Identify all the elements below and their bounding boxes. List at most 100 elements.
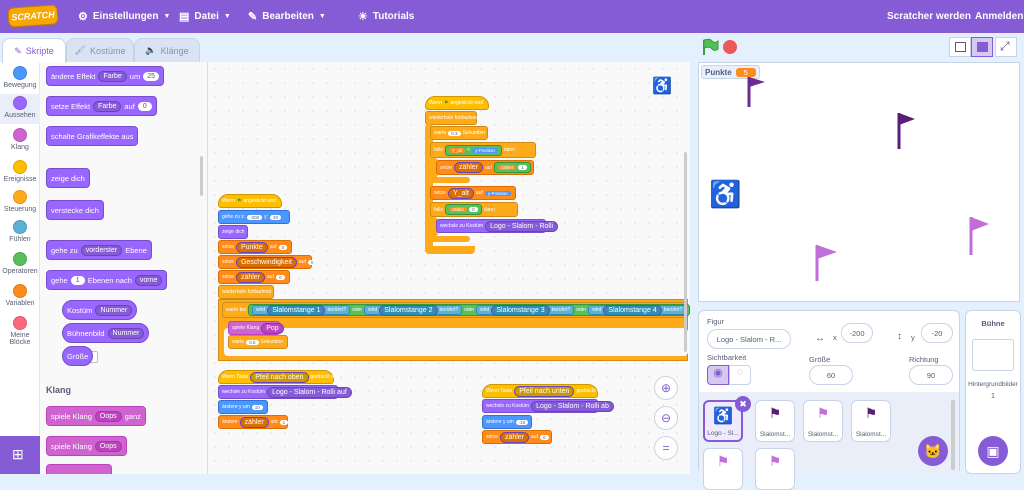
direction-input[interactable]: 90 [909,365,953,385]
zoom-in-button[interactable]: ⊕ [654,376,678,400]
settings-menu[interactable]: ⚙ Einstellungen ▼ [78,0,170,33]
if-block[interactable]: falls Y_alt < y-Position dann [430,142,536,158]
key-dropdown[interactable]: Pfeil nach unten [514,385,575,397]
change-y-block-3[interactable]: ändere y um -10 [482,415,532,429]
costume-reporter[interactable]: Kostüm Nummer [62,300,138,320]
y-position-reporter[interactable]: y-Position [484,190,511,196]
slalom-flag-4-icon[interactable] [811,241,837,281]
category-sensing[interactable]: Fühlen [0,220,40,243]
seconds-input[interactable]: 0.5 [246,339,259,345]
seconds-input[interactable]: 0.3 [448,130,461,136]
play-sound-block[interactable]: spiele Klang Pop [228,321,284,335]
switch-costume-block-2[interactable]: wechsle zu Kostüm Logo - Slalom - Rolli [436,219,559,233]
plus-operator[interactable]: zähler 1 [493,162,531,173]
sound-block-partial[interactable] [46,464,112,474]
backdrop-reporter[interactable]: Bühnenbild Nummer [62,323,150,343]
variable-dropdown[interactable]: zähler [453,162,484,173]
value-input[interactable]: 1 [279,419,289,425]
y-input[interactable]: -20 [921,323,953,343]
touching-block-3[interactable]: wird Slalomstange 3 berührt? [476,304,575,316]
add-sprite-button[interactable]: 🐱 [918,436,948,466]
slalom-flag-1-icon[interactable] [743,73,765,107]
variable-dropdown[interactable]: zähler [239,416,269,428]
variable-dropdown[interactable]: zähler [499,431,530,443]
show-block[interactable]: zeige dich [46,168,90,188]
wheelchair-sprite-icon[interactable]: ♿ [709,179,741,210]
sound-dropdown[interactable]: Oops [94,440,122,452]
sprite-list-scrollbar[interactable] [951,400,955,470]
value-input[interactable]: 1 [518,165,527,170]
tab-code[interactable]: ✎ Skripte [2,38,66,63]
switch-costume-block[interactable]: wechsle zu Kostüm Logo - Slalom - Rolli a… [218,385,352,399]
variable-reporter[interactable]: zähler [497,165,517,170]
change-y-block[interactable]: ändere y um 10 [218,400,268,414]
set-counter-block-3[interactable]: setze zähler auf 0 [482,430,552,444]
number-input[interactable]: 1 [70,275,85,285]
category-variables[interactable]: Variablen [0,284,40,307]
y-input[interactable]: 20 [269,214,281,220]
green-flag-button[interactable] [700,38,720,56]
or-operator[interactable]: wird Slalomstange 1 berührt? oder wird Slal… [248,304,690,316]
signin-link[interactable]: Anmelden [975,0,1023,33]
set-counter-block-2[interactable]: setze zähler auf zähler 1 [436,160,534,175]
script-area[interactable]: ♿ Wenn ⚑ angeklickt wird gehe zu x: -200 y: 2… [208,62,690,474]
zoom-reset-button[interactable]: = [654,436,678,460]
value-input[interactable]: 0 [275,274,285,280]
show-block[interactable]: zeige dich [218,225,248,239]
sprite-dropdown[interactable]: Slalomstange 1 [267,304,326,316]
sprite-thumb[interactable]: ⚑ Slalomst... [851,400,891,442]
edit-menu[interactable]: ✎ Bearbeiten ▼ [248,0,326,33]
tab-sounds[interactable]: 🔈 Klänge [134,38,200,62]
value-input[interactable]: 0 [307,259,317,265]
variable-dropdown[interactable]: zähler [235,271,266,283]
sprite-name-input[interactable]: Logo - Slalom - R... [707,329,791,349]
effect-dropdown[interactable]: Farbe [98,70,127,82]
set-effect-block[interactable]: setze Effekt Farbe auf 0 [46,96,157,116]
variable-reporter[interactable]: zähler [448,207,468,212]
forever-block-2[interactable]: wiederhole fortlaufend [425,111,478,125]
set-counter-block[interactable]: setze zähler auf 0 [218,270,290,284]
number-dropdown[interactable]: Nummer [107,327,145,339]
category-looks[interactable]: Aussehen [0,94,40,124]
touching-block-1[interactable]: wird Slalomstange 1 berührt? [252,304,351,316]
palette-scrollbar[interactable] [200,156,203,196]
slalom-flag-3-icon[interactable] [965,213,989,255]
category-myblocks[interactable]: Meine Blöcke [0,316,40,346]
y-position-reporter[interactable]: y-Position [472,147,498,153]
key-down-hat-block[interactable]: Wenn Taste Pfeil nach unten gedrückt wird [482,384,606,398]
variable-reporter[interactable]: Y_alt [448,147,466,153]
join-link[interactable]: Scratcher werden [887,0,971,33]
variable-dropdown[interactable]: Punkte [235,241,268,253]
x-input[interactable]: -200 [247,214,263,220]
set-y-alt-block[interactable]: setze Y_alt auf y-Position [430,186,516,200]
costume-dropdown[interactable]: Logo - Slalom - Rolli auf [267,386,352,398]
variable-dropdown[interactable]: Y_alt [447,187,474,199]
vertical-scrollbar[interactable] [684,152,687,352]
normal-stage-button[interactable] [971,37,993,57]
green-flag-hat-block[interactable]: Wenn ⚑ angeklickt wird [218,194,282,208]
category-events[interactable]: Ereignisse [0,160,40,183]
clear-effects-block[interactable]: schalte Grafikeffekte aus [46,126,139,146]
small-stage-button[interactable] [949,37,971,57]
variable-dropdown[interactable]: Geschwindigkeit [235,256,297,268]
value-input[interactable]: 0 [278,244,288,250]
costume-dropdown[interactable]: Logo - Slalom - Rolli [485,220,559,232]
change-effect-block[interactable]: ändere Effekt Farbe um 25 [46,66,164,86]
key-up-hat-block[interactable]: Wenn Taste Pfeil nach oben gedrückt wird [218,370,340,384]
delete-sprite-button[interactable]: ✖ [735,396,751,412]
set-points-block[interactable]: setze Punkte auf 0 [218,240,292,254]
sprite-dropdown[interactable]: Slalomstange 3 [491,304,550,316]
effect-dropdown[interactable]: Farbe [93,100,122,112]
sprite-thumb[interactable]: ⚑ [703,448,743,490]
key-dropdown[interactable]: Pfeil nach oben [250,371,309,383]
show-eye-button[interactable]: ◉ [707,365,729,385]
value-input[interactable]: 0 [539,434,549,440]
sprite-thumb[interactable]: ⚑ [755,448,795,490]
sprite-dropdown[interactable]: Slalomstange 4 [603,304,662,316]
goto-xy-block[interactable]: gehe zu x: -200 y: 20 [218,210,290,224]
category-sound[interactable]: Klang [0,128,40,151]
size-reporter[interactable]: Größe [62,346,94,366]
change-counter-block[interactable]: ändere zähler um 1 [218,415,289,429]
file-menu[interactable]: ▤ Datei ▼ [179,0,231,33]
backdrop-thumbnail[interactable] [972,339,1014,371]
